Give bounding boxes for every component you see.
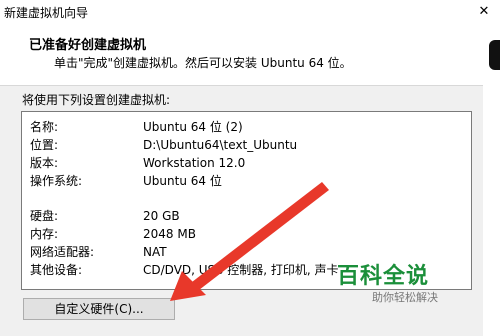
row-value: CD/DVD, USB 控制器, 打印机, 声卡 [143,263,339,277]
customize-hardware-button[interactable]: 自定义硬件(C)... [23,298,175,320]
watermark: 百科全说 助你轻松解决 [328,252,478,314]
settings-label: 将使用下列设置创建虚拟机: [22,93,171,107]
page-subtitle: 单击"完成"创建虚拟机。然后可以安装 Ubuntu 64 位。 [54,56,352,70]
window-title: 新建虚拟机向导 [4,6,89,20]
row-key: 网络适配器: [30,245,95,259]
row-key: 版本: [30,156,59,170]
watermark-brand: 百科全说 [337,264,430,289]
wizard-header: 已准备好创建虚拟机 单击"完成"创建虚拟机。然后可以安装 Ubuntu 64 位… [0,24,500,86]
row-key: 名称: [30,120,59,134]
row-key: 位置: [30,138,59,152]
row-value: D:\Ubuntu64\text_Ubuntu [143,138,298,152]
row-key: 操作系统: [30,174,83,188]
row-value: Workstation 12.0 [143,156,246,170]
row-value: 2048 MB [143,227,196,241]
page-title: 已准备好创建虚拟机 [29,38,147,53]
background-window-edge [483,24,500,336]
close-icon[interactable]: ✕ [468,0,500,24]
background-window-shape [489,40,500,70]
row-key: 硬盘: [30,209,59,223]
row-value: 20 GB [143,209,180,223]
row-value: NAT [143,245,167,259]
row-key: 内存: [30,227,59,241]
title-bar: 新建虚拟机向导 ✕ [0,0,500,24]
row-value: Ubuntu 64 位 (2) [143,120,243,134]
row-key: 其他设备: [30,263,83,277]
row-value: Ubuntu 64 位 [143,174,222,188]
watermark-tagline: 助你轻松解决 [372,291,438,304]
